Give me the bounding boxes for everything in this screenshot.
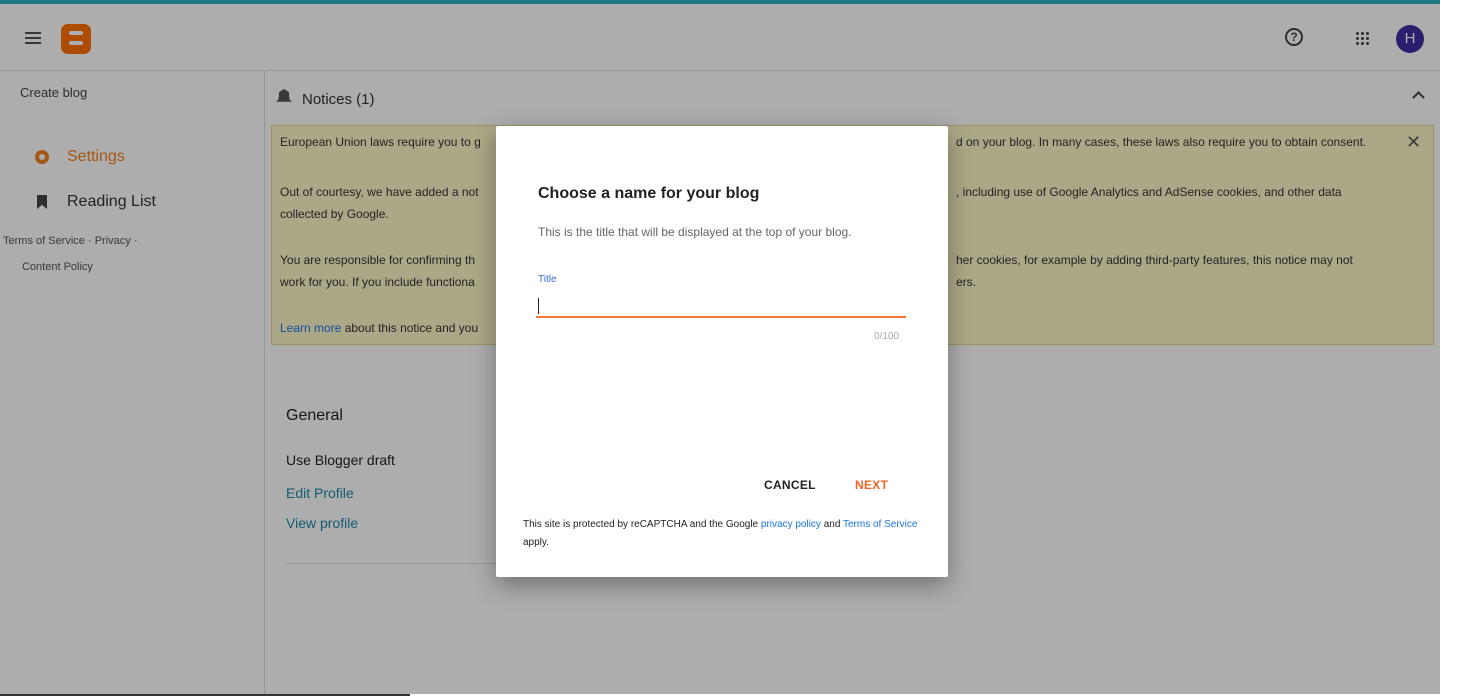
cancel-button[interactable]: CANCEL [764, 478, 816, 492]
dialog-title: Choose a name for your blog [538, 185, 760, 202]
blogger-app: ? H Create blog Settings Reading List Te… [0, 4, 1440, 694]
recaptcha-notice: This site is protected by reCAPTCHA and … [523, 519, 918, 548]
terms-of-service-link[interactable]: Terms of Service [843, 519, 917, 530]
privacy-policy-link[interactable]: privacy policy [761, 519, 821, 530]
create-blog-dialog: Choose a name for your blog This is the … [496, 126, 948, 577]
character-counter: 0/100 [874, 331, 900, 342]
bottom-edge [0, 694, 1440, 700]
text-cursor [538, 298, 539, 314]
right-edge [1440, 0, 1466, 700]
next-button[interactable]: NEXT [855, 478, 888, 492]
title-field-label: Title [538, 274, 557, 285]
dialog-subtitle: This is the title that will be displayed… [538, 225, 852, 239]
blog-title-input[interactable] [536, 292, 906, 318]
